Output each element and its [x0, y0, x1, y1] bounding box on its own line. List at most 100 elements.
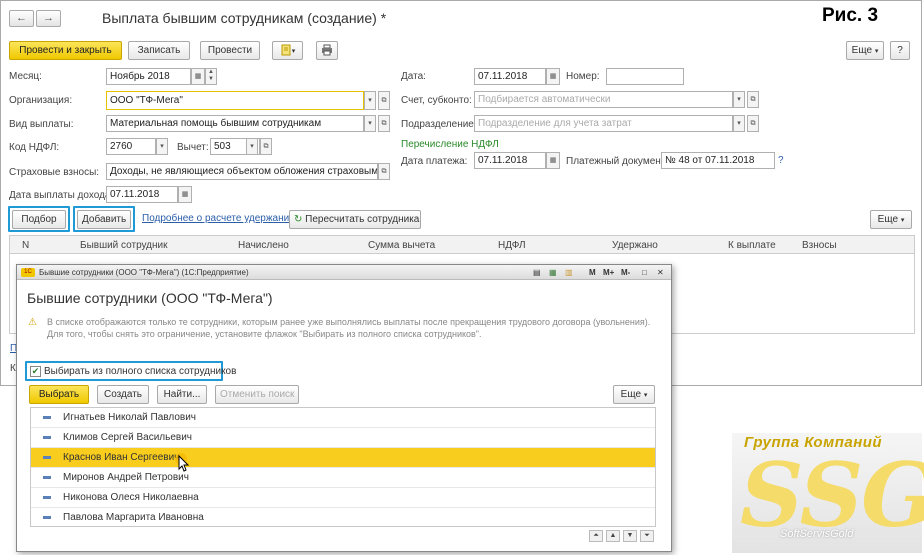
pay-date-calendar-button[interactable]: ▦ [546, 152, 560, 169]
app-1c-icon: 1С [21, 268, 35, 277]
chevron-down-icon: ▾ [737, 96, 741, 103]
month-label: Месяц: [9, 71, 42, 82]
ndfl-code-dropdown-button[interactable]: ▾ [156, 138, 168, 155]
choose-button[interactable]: Выбрать [29, 385, 89, 404]
organization-field[interactable]: ООО "ТФ-Мега" [106, 91, 364, 110]
scroll-up-button[interactable]: ▲ [606, 530, 620, 542]
column-header[interactable]: К выплате [728, 240, 776, 251]
income-date-label: Дата выплаты дохода: [9, 190, 114, 201]
forward-button[interactable]: → [36, 10, 61, 27]
scroll-first-button[interactable]: ⏶ [589, 530, 603, 542]
warning-line: В списке отображаются только те сотрудни… [47, 317, 651, 327]
help-button[interactable]: ? [890, 41, 910, 60]
post-and-close-button[interactable]: Провести и закрыть [9, 41, 122, 60]
column-header[interactable]: Сумма вычета [368, 240, 435, 251]
employees-dialog: 1С Бывшие сотрудники (ООО "ТФ-Мега") (1С… [16, 264, 672, 552]
list-item[interactable]: Игнатьев Николай Павлович [31, 408, 655, 428]
back-button[interactable]: ← [9, 10, 34, 27]
income-date-calendar-button[interactable]: ▦ [178, 186, 192, 203]
ndfl-code-field[interactable]: 2760 [106, 138, 156, 155]
scroll-down-button[interactable]: ▼ [623, 530, 637, 542]
pay-date-field[interactable]: 07.11.2018 [474, 152, 546, 169]
pay-doc-label: Платежный документ: [566, 156, 669, 167]
pay-doc-help-icon[interactable]: ? [778, 155, 784, 166]
checkmark-icon: ✔ [31, 366, 40, 376]
list-item[interactable]: Павлова Маргарита Ивановна [31, 508, 655, 526]
more-button[interactable]: Еще ▾ [846, 41, 884, 60]
create-button[interactable]: Создать [97, 385, 149, 404]
deduction-open-button[interactable]: ⧉ [260, 138, 272, 155]
account-field[interactable]: Подбирается автоматически [474, 91, 733, 108]
m-plus-icon[interactable]: M+ [603, 265, 614, 280]
ndfl-code-label: Код НДФЛ: [9, 142, 60, 153]
column-header[interactable]: НДФЛ [498, 240, 526, 251]
print-forms-button[interactable]: ▾ [272, 41, 303, 60]
open-icon: ⧉ [381, 168, 387, 175]
list-item[interactable]: Никонова Олеся Николаевна [31, 488, 655, 508]
number-label: Номер: [566, 71, 600, 82]
date-field[interactable]: 07.11.2018 [474, 68, 546, 85]
column-header[interactable]: Бывший сотрудник [80, 240, 168, 251]
payment-type-field[interactable]: Материальная помощь бывшим сотрудникам [106, 115, 364, 132]
recalc-employee-button[interactable]: ↻ Пересчитать сотрудника [289, 210, 421, 229]
deductions-details-link[interactable]: Подробнее о расчете удержаний [142, 213, 295, 224]
date-label: Дата: [401, 71, 426, 82]
calendar-button[interactable]: ▦ [191, 68, 205, 85]
column-header[interactable]: Начислено [238, 240, 289, 251]
organization-open-button[interactable]: ⧉ [378, 91, 390, 110]
first-icon: ⏶ [593, 532, 599, 539]
insurance-open-button[interactable]: ⧉ [378, 163, 390, 180]
dialog-titlebar: 1С Бывшие сотрудники (ООО "ТФ-Мега") (1С… [17, 265, 671, 280]
doc-icon[interactable]: ▤ [533, 265, 541, 280]
column-header[interactable]: Взносы [802, 240, 837, 251]
deduction-dropdown-button[interactable]: ▾ [246, 138, 258, 155]
maximize-icon[interactable]: □ [642, 265, 647, 280]
month-field[interactable]: Ноябрь 2018 [106, 68, 191, 85]
full-list-checkbox-label[interactable]: Выбирать из полного списка сотрудников [44, 366, 236, 377]
table-header: N Бывший сотрудник Начислено Сумма вычет… [9, 235, 915, 254]
month-spin-button[interactable]: ▲ ▼ [205, 68, 217, 85]
table-more-button[interactable]: Еще ▾ [870, 210, 912, 229]
print-button[interactable] [316, 41, 338, 60]
division-open-button[interactable]: ⧉ [747, 115, 759, 132]
spin-arrows-icon: ▲ ▼ [208, 69, 214, 82]
printer-icon [322, 44, 332, 56]
number-field[interactable] [606, 68, 684, 85]
payment-type-label: Вид выплаты: [9, 119, 74, 130]
m-minus-icon[interactable]: M- [621, 265, 630, 280]
employees-list[interactable]: Игнатьев Николай Павлович Климов Сергей … [30, 407, 656, 527]
chevron-down-icon: ▾ [368, 120, 372, 127]
arrow-left-icon: ← [16, 12, 27, 24]
organization-dropdown-button[interactable]: ▾ [364, 91, 376, 110]
list-item[interactable]: Миронов Андрей Петрович [31, 468, 655, 488]
insurance-field[interactable]: Доходы, не являющиеся объектом обложения… [106, 163, 378, 180]
dialog-more-button[interactable]: Еще ▾ [613, 385, 655, 404]
calendar-icon[interactable]: ▥ [565, 265, 573, 280]
pay-doc-field[interactable]: № 48 от 07.11.2018 [661, 152, 775, 169]
find-button[interactable]: Найти... [157, 385, 207, 404]
scroll-last-button[interactable]: ⏷ [640, 530, 654, 542]
full-list-checkbox[interactable]: ✔ [30, 366, 41, 377]
cancel-search-button[interactable]: Отменить поиск [215, 385, 299, 404]
division-dropdown-button[interactable]: ▾ [733, 115, 745, 132]
account-dropdown-button[interactable]: ▾ [733, 91, 745, 108]
payment-type-open-button[interactable]: ⧉ [378, 115, 390, 132]
close-icon[interactable]: ✕ [657, 265, 664, 280]
post-button[interactable]: Провести [200, 41, 260, 60]
payment-type-dropdown-button[interactable]: ▾ [364, 115, 376, 132]
save-button[interactable]: Записать [128, 41, 190, 60]
chevron-down-icon: ▾ [900, 217, 905, 224]
m-icon[interactable]: M [589, 265, 596, 280]
list-item[interactable]: Климов Сергей Васильевич [31, 428, 655, 448]
list-item-selected[interactable]: Краснов Иван Сергеевич [31, 448, 655, 468]
open-icon: ⧉ [381, 97, 387, 104]
division-field[interactable]: Подразделение для учета затрат [474, 115, 733, 132]
date-calendar-button[interactable]: ▦ [546, 68, 560, 85]
income-date-field[interactable]: 07.11.2018 [106, 186, 178, 203]
column-header[interactable]: Удержано [612, 240, 658, 251]
account-open-button[interactable]: ⧉ [747, 91, 759, 108]
open-icon: ⧉ [263, 143, 269, 150]
column-header[interactable]: N [22, 240, 29, 251]
arrow-right-icon: → [43, 12, 54, 24]
table-icon[interactable]: ▦ [549, 265, 557, 280]
